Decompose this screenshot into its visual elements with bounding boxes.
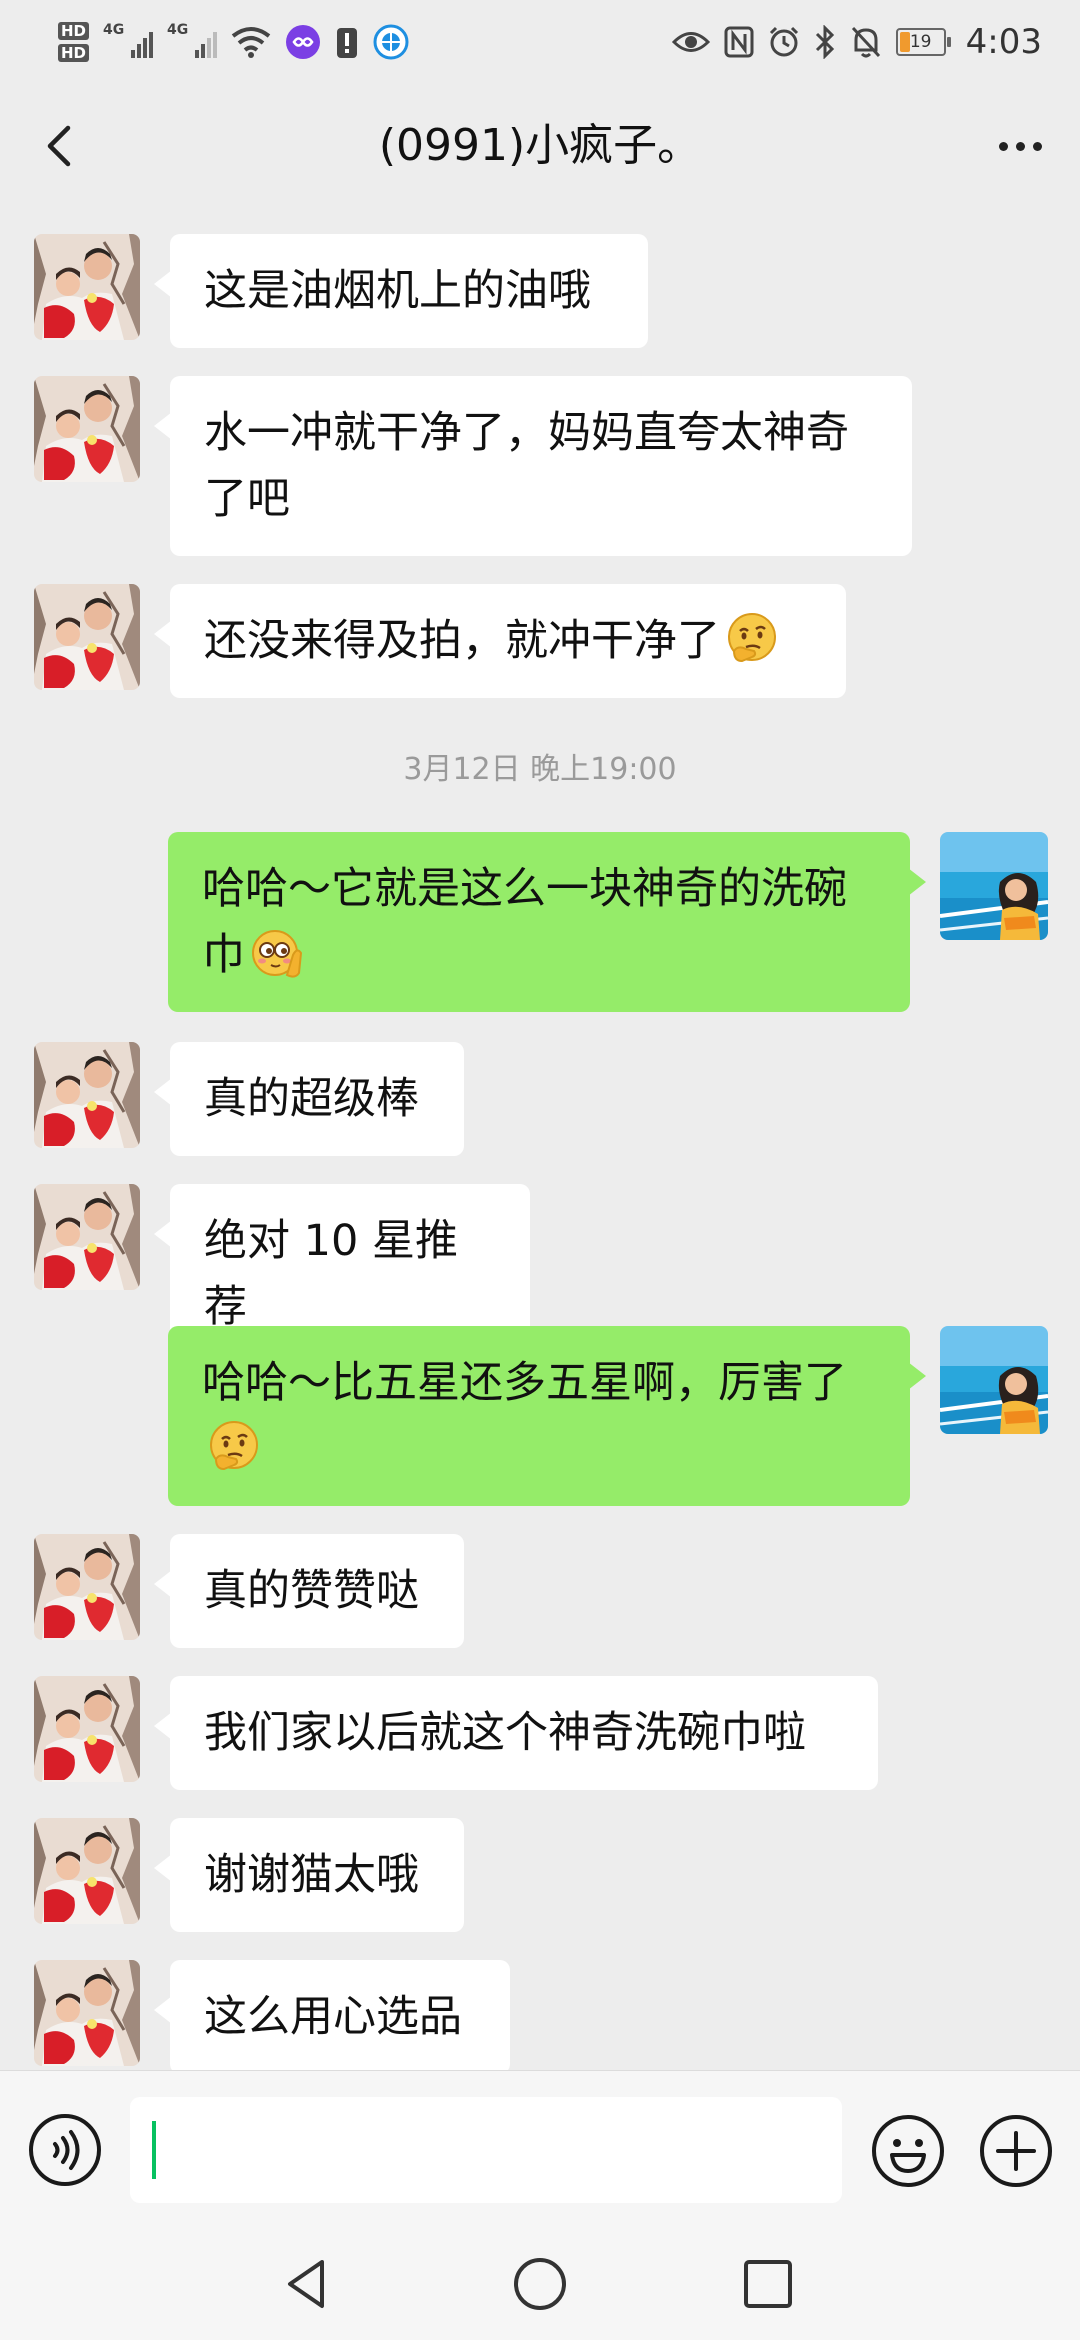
system-recents-button[interactable]	[736, 2252, 800, 2316]
signal-2-icon: 4G	[167, 22, 218, 62]
message-text: 谢谢猫太哦	[204, 1850, 419, 1900]
message-text: 绝对 10 星推荐	[204, 1216, 459, 1332]
mute-icon	[851, 26, 880, 58]
incoming-message[interactable]: 真的赞赞哒	[154, 1534, 464, 1648]
app-link-icon	[286, 25, 321, 59]
chat-title: (0991)小疯子。	[378, 120, 702, 171]
thinking-face-icon	[206, 1419, 262, 1475]
contact-avatar[interactable]	[34, 1534, 140, 1640]
square-recents-icon	[744, 2260, 792, 2308]
message-text: 这是油烟机上的油哦	[204, 266, 591, 316]
back-button[interactable]	[30, 114, 94, 178]
hd-badge-1: HD	[58, 22, 90, 40]
incoming-message[interactable]: 这是油烟机上的油哦	[154, 234, 648, 348]
incoming-message[interactable]: 水一冲就干净了，妈妈直夸太神奇了吧	[154, 376, 912, 556]
chat-header: (0991)小疯子。	[0, 80, 1080, 212]
my-avatar[interactable]	[940, 1326, 1048, 1434]
contact-avatar[interactable]	[34, 1184, 140, 1290]
clock: 4:03	[965, 22, 1042, 62]
composer-bar	[0, 2070, 1080, 2229]
status-left: HD HD 4G 4G	[58, 6, 409, 78]
plus-icon	[980, 2115, 1052, 2187]
circle-home-icon	[514, 2258, 566, 2310]
message-text: 真的超级棒	[204, 1074, 419, 1124]
message-text: 水一冲就干净了，妈妈直夸太神奇了吧	[204, 408, 849, 524]
contact-avatar[interactable]	[34, 376, 140, 482]
contact-avatar[interactable]	[34, 584, 140, 690]
eye-icon	[671, 32, 710, 52]
alarm-icon	[769, 26, 798, 57]
system-back-button[interactable]	[276, 2252, 340, 2316]
status-bar: HD HD 4G 4G 19 4:03	[0, 0, 1080, 80]
message-text: 哈哈～比五星还多五星啊，厉害了	[202, 1358, 847, 1408]
incoming-message[interactable]: 真的超级棒	[154, 1042, 464, 1156]
contact-avatar[interactable]	[34, 1818, 140, 1924]
voice-icon	[29, 2114, 101, 2186]
network-type-1: 4G	[103, 22, 125, 38]
hd-indicators: HD HD	[58, 22, 90, 62]
incoming-message[interactable]: 还没来得及拍，就冲干净了	[154, 584, 846, 698]
outgoing-message[interactable]: 哈哈～它就是这么一块神奇的洗碗巾	[168, 832, 926, 1012]
signal-1-icon: 4G	[103, 22, 154, 62]
outgoing-message[interactable]: 哈哈～比五星还多五星啊，厉害了	[168, 1326, 926, 1506]
battery-icon: 19	[895, 28, 951, 56]
contact-avatar[interactable]	[34, 1960, 140, 2066]
my-avatar[interactable]	[940, 832, 1048, 940]
more-dots-icon	[998, 141, 1008, 151]
wifi-icon	[231, 27, 271, 58]
incoming-message[interactable]: 这么用心选品	[154, 1960, 510, 2070]
status-right: 19 4:03	[671, 6, 1042, 78]
alert-icon	[337, 28, 358, 58]
message-input[interactable]	[130, 2097, 842, 2203]
thinking-face-icon	[724, 611, 780, 667]
contact-avatar[interactable]	[34, 1676, 140, 1782]
more-functions-button[interactable]	[978, 2113, 1054, 2189]
browser-icon	[373, 24, 409, 60]
emoji-button[interactable]	[870, 2113, 946, 2189]
message-text: 真的赞赞哒	[204, 1566, 419, 1616]
incoming-message[interactable]: 谢谢猫太哦	[154, 1818, 464, 1932]
voice-button[interactable]	[28, 2113, 102, 2187]
time-divider: 3月12日 晚上19:00	[403, 752, 677, 787]
bluetooth-icon	[815, 25, 834, 59]
message-text: 这么用心选品	[204, 1992, 462, 2042]
nfc-icon	[724, 26, 754, 58]
contact-avatar[interactable]	[34, 234, 140, 340]
smirk-face-icon	[249, 925, 305, 981]
network-type-2: 4G	[167, 22, 189, 38]
contact-avatar[interactable]	[34, 1042, 140, 1148]
more-button[interactable]	[988, 114, 1052, 178]
text-caret	[152, 2121, 156, 2179]
incoming-message[interactable]: 我们家以后就这个神奇洗碗巾啦	[154, 1676, 878, 1790]
chevron-left-icon	[47, 125, 71, 167]
system-navigation-bar	[0, 2228, 1080, 2340]
smiley-icon	[872, 2115, 944, 2187]
message-text: 还没来得及拍，就冲干净了	[204, 616, 720, 666]
battery-level: 19	[909, 32, 932, 52]
hd-badge-2: HD	[58, 44, 90, 62]
message-list[interactable]: 这是油烟机上的油哦 水一冲就干净了，妈妈直夸太神奇了吧 还没来得及拍，就冲干净了…	[0, 212, 1080, 2070]
triangle-back-icon	[288, 2260, 324, 2308]
message-text: 我们家以后就这个神奇洗碗巾啦	[204, 1708, 806, 1758]
system-home-button[interactable]	[508, 2252, 572, 2316]
